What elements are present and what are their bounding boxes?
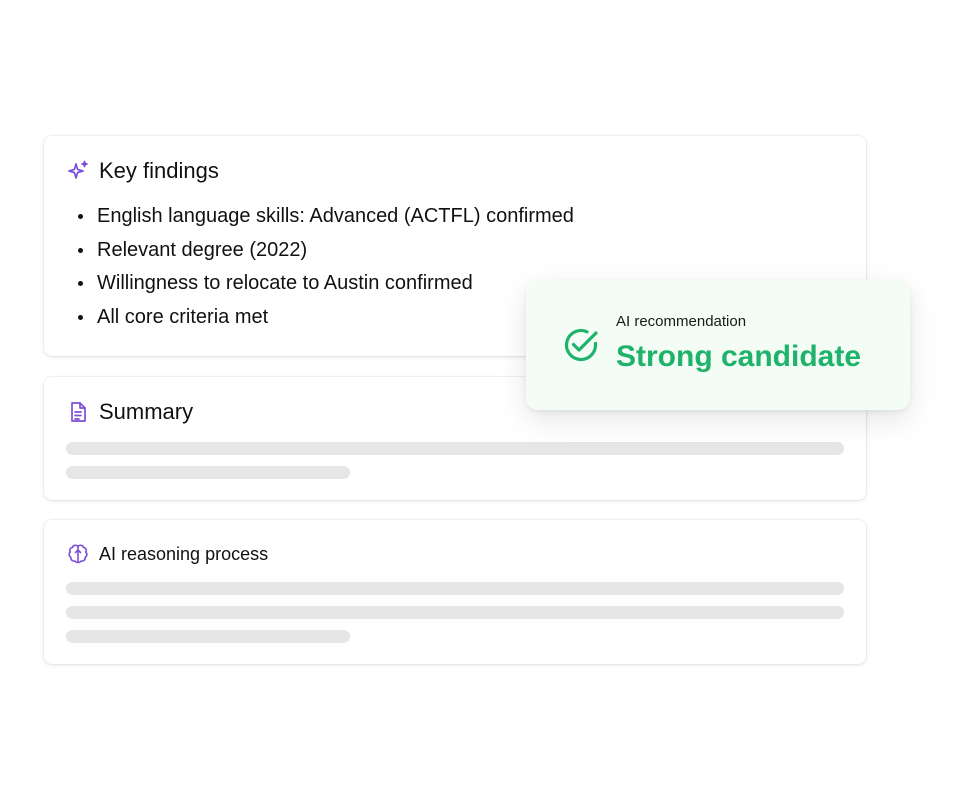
key-findings-title: Key findings (99, 158, 219, 183)
sparkles-icon (66, 159, 90, 183)
skeleton-line (66, 582, 844, 595)
recommendation-label: AI recommendation (616, 313, 747, 330)
app-stage: Key findings English language skills: Ad… (0, 0, 963, 800)
skeleton-line (66, 442, 844, 455)
key-findings-list: English language skills: Advanced (ACTFL… (66, 206, 574, 340)
brain-icon (66, 542, 90, 566)
list-item: English language skills: Advanced (ACTFL… (66, 206, 574, 226)
reasoning-title: AI reasoning process (99, 544, 269, 564)
skeleton-line (66, 606, 844, 619)
check-circle-icon (562, 326, 600, 364)
summary-header: Summary (66, 400, 193, 424)
document-icon (66, 400, 90, 424)
key-findings-header: Key findings (66, 159, 219, 183)
ai-recommendation-card: AI recommendation Strong candidate (526, 280, 910, 410)
list-item: Willingness to relocate to Austin confir… (66, 273, 574, 293)
skeleton-line (66, 466, 350, 479)
reasoning-header: AI reasoning process (66, 542, 268, 566)
summary-title: Summary (99, 399, 194, 424)
recommendation-value: Strong candidate (616, 340, 862, 373)
list-item: Relevant degree (2022) (66, 240, 574, 260)
skeleton-line (66, 630, 350, 643)
reasoning-card: AI reasoning process (44, 520, 866, 664)
list-item: All core criteria met (66, 307, 574, 327)
